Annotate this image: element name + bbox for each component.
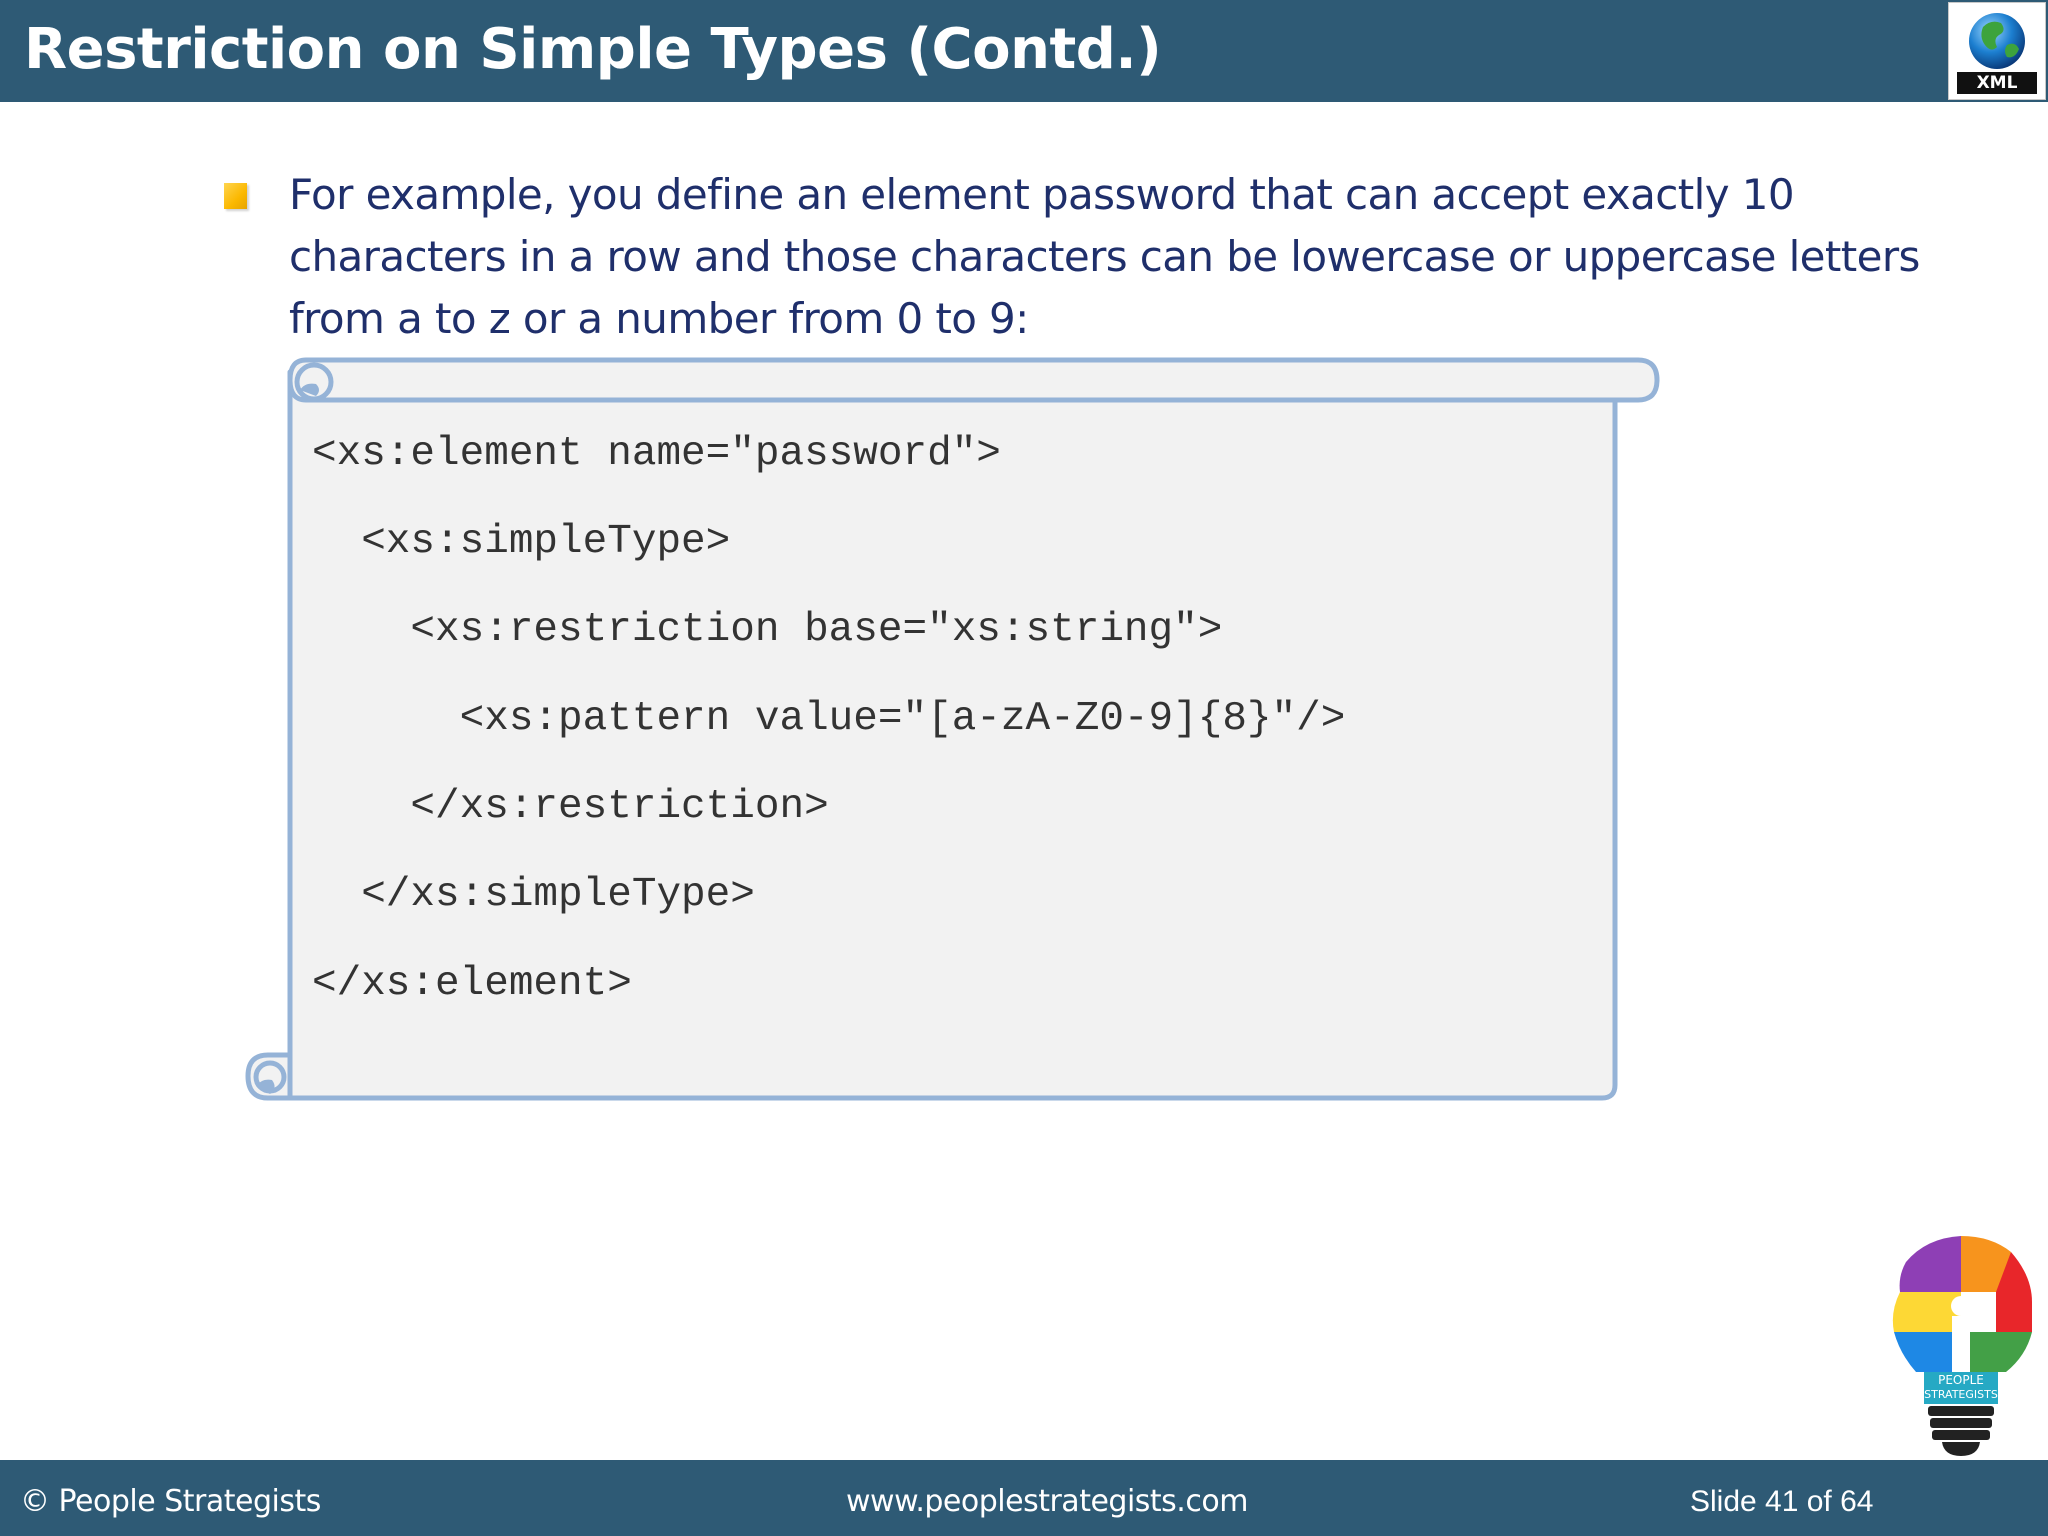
code-line: </xs:restriction> xyxy=(312,784,829,830)
logo-text-line-2: STRATEGISTS xyxy=(1924,1388,1998,1401)
copyright-text: © People Strategists xyxy=(20,1484,321,1519)
scroll-shape xyxy=(245,357,1660,1101)
code-line: <xs:simpleType> xyxy=(312,519,731,565)
code-line: </xs:simpleType> xyxy=(312,872,755,918)
code-line: <xs:element name="password"> xyxy=(312,431,1001,477)
code-line: <xs:pattern value="[a-zA-Z0-9]{8}"/> xyxy=(312,696,1346,742)
code-line: </xs:element> xyxy=(312,961,632,1007)
logo-text-line-1: PEOPLE xyxy=(1938,1373,1984,1387)
code-line: <xs:restriction base="xs:string"> xyxy=(312,607,1223,653)
website-link[interactable]: www.peoplestrategists.com xyxy=(846,1484,1248,1520)
people-strategists-logo: PEOPLE STRATEGISTS xyxy=(1889,1236,2033,1456)
slide-number: Slide 41 of 64 xyxy=(1690,1485,1874,1518)
